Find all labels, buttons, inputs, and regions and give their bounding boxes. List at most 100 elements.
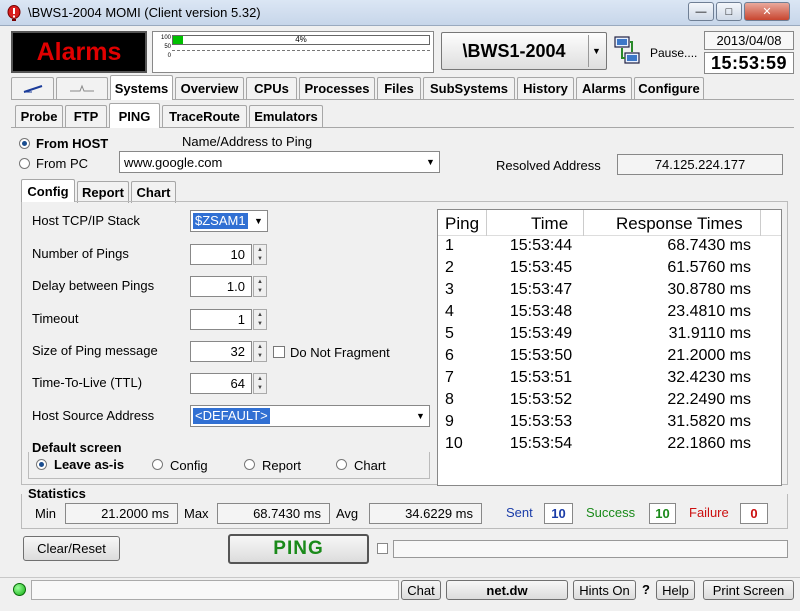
- response-time-cell: 21.2000 ms: [667, 347, 751, 364]
- tab-systems[interactable]: Systems: [110, 75, 173, 100]
- table-row[interactable]: 9 15:53:53 31.5820 ms: [438, 413, 781, 435]
- chevron-down-icon[interactable]: ▼: [412, 406, 429, 426]
- ping-number-cell: 10: [445, 435, 463, 452]
- message-field: [31, 580, 399, 600]
- up-arrow-icon[interactable]: ▲: [254, 310, 266, 319]
- hints-button[interactable]: Hints On: [573, 580, 636, 600]
- table-row[interactable]: 8 15:53:52 22.2490 ms: [438, 391, 781, 413]
- col-time-header[interactable]: Time: [531, 214, 568, 234]
- print-screen-button[interactable]: Print Screen: [703, 580, 794, 600]
- ping-number-cell: 2: [445, 259, 454, 276]
- tab-report[interactable]: Report: [77, 181, 129, 203]
- config-radio[interactable]: [152, 459, 163, 470]
- source-address-combo[interactable]: <DEFAULT> ▼: [190, 405, 430, 427]
- up-arrow-icon[interactable]: ▲: [254, 245, 266, 254]
- tab-emulators[interactable]: Emulators: [249, 105, 323, 127]
- chart-radio[interactable]: [336, 459, 347, 470]
- from-host-label: From HOST: [36, 136, 109, 151]
- ping-results-table[interactable]: Ping Time Response Times 1 15:53:44 68.743…: [437, 209, 782, 486]
- timeout-stepper[interactable]: ▲ ▼: [253, 309, 267, 330]
- help-question-icon[interactable]: ?: [642, 582, 650, 597]
- tab-config[interactable]: Config: [21, 179, 75, 202]
- tab-traceroute[interactable]: TraceRoute: [162, 105, 247, 127]
- ttl-label: Time-To-Live (TTL): [32, 375, 143, 390]
- minimize-button[interactable]: —: [688, 2, 714, 21]
- tab-configure[interactable]: Configure: [634, 77, 704, 99]
- num-pings-stepper[interactable]: ▲ ▼: [253, 244, 267, 265]
- up-arrow-icon[interactable]: ▲: [254, 277, 266, 286]
- column-separator: [486, 210, 487, 236]
- tab-ping[interactable]: PING: [109, 103, 160, 128]
- ttl-input[interactable]: 64: [190, 373, 252, 394]
- ping-button[interactable]: PING: [228, 534, 369, 564]
- chevron-down-icon[interactable]: ▼: [422, 152, 439, 172]
- stack-value[interactable]: $ZSAM1: [193, 213, 248, 229]
- tab-ftp[interactable]: FTP: [65, 105, 107, 127]
- tab-history[interactable]: History: [517, 77, 574, 99]
- col-response-header[interactable]: Response Times: [616, 214, 743, 234]
- tab-subsystems[interactable]: SubSystems: [423, 77, 515, 99]
- up-arrow-icon[interactable]: ▲: [254, 374, 266, 383]
- alarms-button[interactable]: Alarms: [11, 31, 147, 73]
- size-stepper[interactable]: ▲ ▼: [253, 341, 267, 362]
- delay-input[interactable]: 1.0: [190, 276, 252, 297]
- tab-chart[interactable]: Chart: [131, 181, 176, 203]
- down-arrow-icon[interactable]: ▼: [254, 254, 266, 263]
- ping-progress-bar: [393, 540, 788, 558]
- table-row[interactable]: 7 15:53:51 32.4230 ms: [438, 369, 781, 391]
- close-button[interactable]: ✕: [744, 2, 790, 21]
- chat-button[interactable]: Chat: [401, 580, 441, 600]
- chevron-down-icon[interactable]: ▼: [250, 211, 267, 231]
- tab-cpus[interactable]: CPUs: [246, 77, 297, 99]
- report-radio[interactable]: [244, 459, 255, 470]
- avg-value: 34.6229 ms: [369, 503, 482, 524]
- timeout-input[interactable]: 1: [190, 309, 252, 330]
- dont-fragment-checkbox[interactable]: [273, 346, 285, 358]
- continuous-checkbox[interactable]: [377, 543, 388, 554]
- num-pings-input[interactable]: 10: [190, 244, 252, 265]
- table-row[interactable]: 1 15:53:44 68.7430 ms: [438, 237, 781, 259]
- stack-combo[interactable]: $ZSAM1 ▼: [190, 210, 268, 232]
- table-row[interactable]: 3 15:53:47 30.8780 ms: [438, 281, 781, 303]
- tab-alarms[interactable]: Alarms: [576, 77, 632, 99]
- ping-time-cell: 15:53:44: [509, 237, 573, 254]
- from-pc-radio[interactable]: [19, 158, 30, 169]
- tab-graph-up[interactable]: [11, 77, 54, 99]
- table-row[interactable]: 5 15:53:49 31.9110 ms: [438, 325, 781, 347]
- clear-reset-button[interactable]: Clear/Reset: [23, 536, 120, 561]
- network-button[interactable]: net.dw: [446, 580, 568, 600]
- help-button[interactable]: Help: [656, 580, 695, 600]
- pause-button[interactable]: Pause....: [650, 46, 697, 60]
- address-combo[interactable]: www.google.com ▼: [119, 151, 440, 173]
- min-value: 21.2000 ms: [65, 503, 178, 524]
- size-input[interactable]: 32: [190, 341, 252, 362]
- table-row[interactable]: 6 15:53:50 21.2000 ms: [438, 347, 781, 369]
- delay-stepper[interactable]: ▲ ▼: [253, 276, 267, 297]
- down-arrow-icon[interactable]: ▼: [254, 319, 266, 328]
- response-time-cell: 31.9110 ms: [668, 325, 751, 342]
- table-row[interactable]: 2 15:53:45 61.5760 ms: [438, 259, 781, 281]
- tab-processes[interactable]: Processes: [299, 77, 375, 99]
- col-ping-header[interactable]: Ping: [445, 214, 479, 234]
- down-arrow-icon[interactable]: ▼: [254, 286, 266, 295]
- from-host-radio[interactable]: [19, 138, 30, 149]
- maximize-button[interactable]: □: [716, 2, 742, 21]
- tab-graph-step[interactable]: [56, 77, 108, 99]
- leave-as-is-radio[interactable]: [36, 459, 47, 470]
- system-selector[interactable]: \BWS1-2004 ▼: [441, 32, 607, 70]
- chevron-down-icon[interactable]: ▼: [588, 35, 604, 67]
- source-address-value[interactable]: <DEFAULT>: [193, 408, 270, 424]
- tab-probe[interactable]: Probe: [15, 105, 63, 127]
- up-arrow-icon[interactable]: ▲: [254, 342, 266, 351]
- down-arrow-icon[interactable]: ▼: [254, 383, 266, 392]
- gauge-percent: 4%: [295, 35, 307, 44]
- network-pause-icon[interactable]: [613, 34, 643, 68]
- table-row[interactable]: 4 15:53:48 23.4810 ms: [438, 303, 781, 325]
- tab-overview[interactable]: Overview: [175, 77, 244, 99]
- table-row[interactable]: 10 15:53:54 22.1860 ms: [438, 435, 781, 457]
- address-input[interactable]: www.google.com: [124, 155, 222, 170]
- tab-files[interactable]: Files: [377, 77, 421, 99]
- max-value: 68.7430 ms: [217, 503, 330, 524]
- down-arrow-icon[interactable]: ▼: [254, 351, 266, 360]
- ttl-stepper[interactable]: ▲ ▼: [253, 373, 267, 394]
